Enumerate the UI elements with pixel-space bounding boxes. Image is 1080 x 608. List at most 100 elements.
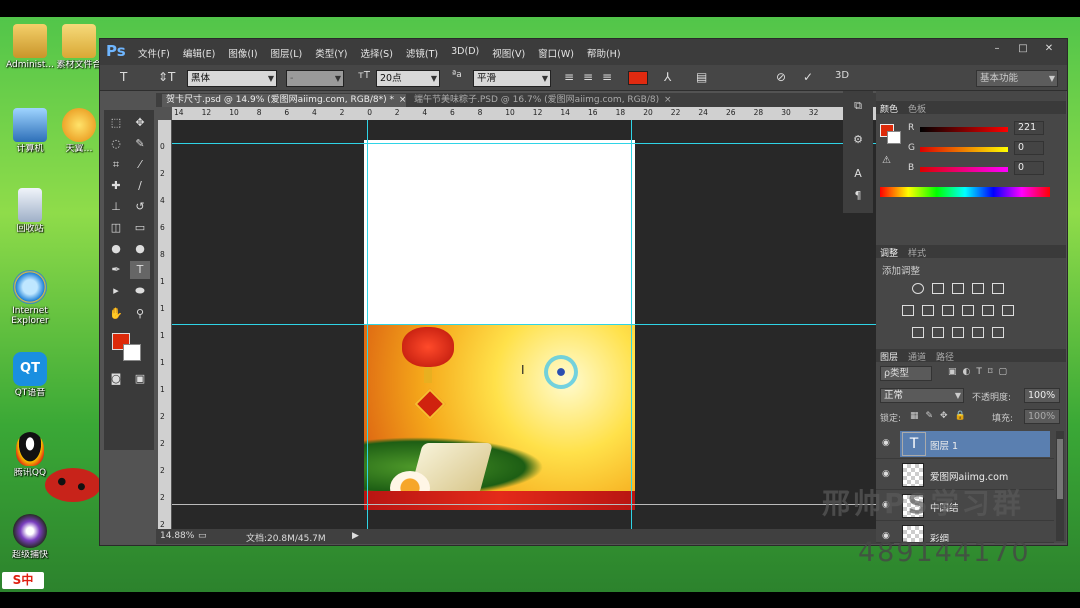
blend-mode-select[interactable]: 正常 ▼ bbox=[880, 388, 964, 403]
align-right-icon[interactable]: ≡ bbox=[602, 70, 612, 84]
close-button[interactable]: ✕ bbox=[1039, 42, 1059, 56]
menu-filter[interactable]: 滤镜(T) bbox=[406, 46, 438, 60]
zoom-readout[interactable]: 14.88% bbox=[160, 531, 194, 541]
menu-edit[interactable]: 编辑(E) bbox=[183, 46, 215, 60]
curves-icon[interactable] bbox=[952, 283, 964, 294]
eye-icon[interactable]: ◉ bbox=[882, 438, 890, 448]
exposure-icon[interactable] bbox=[972, 283, 984, 294]
zoom-tool-icon[interactable]: ⚲ bbox=[130, 305, 150, 323]
crop-tool-icon[interactable]: ⌗ bbox=[106, 156, 126, 174]
black-white-icon[interactable] bbox=[942, 305, 954, 316]
hue-saturation-icon[interactable] bbox=[902, 305, 914, 316]
type-tool-icon[interactable]: T bbox=[120, 70, 127, 84]
eyedropper-icon[interactable]: ⁄ bbox=[130, 156, 150, 174]
lasso-tool-icon[interactable]: ◌ bbox=[106, 135, 126, 153]
screen-mode-icon[interactable]: ▣ bbox=[130, 370, 150, 388]
marquee-tool-icon[interactable]: ⬚ bbox=[106, 114, 126, 132]
color-spectrum[interactable] bbox=[880, 187, 1050, 197]
desktop-icon-capture[interactable]: 超级捕快 bbox=[0, 514, 60, 560]
path-select-icon[interactable]: ▸ bbox=[106, 282, 126, 300]
dodge-tool-icon[interactable]: ● bbox=[130, 240, 150, 258]
history-panel-icon[interactable]: ⧉ bbox=[848, 97, 868, 115]
channel-r-slider[interactable] bbox=[920, 127, 1008, 132]
menu-window[interactable]: 窗口(W) bbox=[538, 46, 574, 60]
eye-icon[interactable]: ◉ bbox=[882, 469, 890, 479]
desktop-icon-admin[interactable]: Administ... bbox=[0, 24, 60, 70]
vibrance-icon[interactable] bbox=[992, 283, 1004, 294]
layers-scrollbar[interactable] bbox=[1056, 431, 1064, 541]
commit-icon[interactable]: ✓ bbox=[803, 70, 813, 84]
levels-icon[interactable] bbox=[932, 283, 944, 294]
status-menu-arrow-icon[interactable]: ▶ bbox=[352, 531, 359, 541]
brightness-icon[interactable] bbox=[912, 283, 924, 294]
quick-mask-icon[interactable]: ◙ bbox=[106, 370, 126, 388]
guide-vertical[interactable] bbox=[367, 120, 368, 533]
quick-select-icon[interactable]: ✎ bbox=[130, 135, 150, 153]
menu-file[interactable]: 文件(F) bbox=[138, 46, 170, 60]
eraser-tool-icon[interactable]: ◫ bbox=[106, 219, 126, 237]
desktop-icon-qt[interactable]: QT QT语音 bbox=[0, 352, 60, 398]
ruler-vertical[interactable]: 0 2 4 6 8 1 1 1 1 1 2 2 2 2 2 bbox=[158, 120, 171, 533]
workspace-select[interactable]: 基本功能 ▼ bbox=[976, 70, 1058, 87]
guide-horizontal[interactable] bbox=[172, 504, 894, 505]
gradient-tool-icon[interactable]: ▭ bbox=[130, 219, 150, 237]
channel-g-input[interactable]: 0 bbox=[1014, 141, 1044, 155]
channel-g-slider[interactable] bbox=[920, 147, 1008, 152]
paragraph-panel-icon[interactable]: ¶ bbox=[848, 187, 868, 205]
cancel-icon[interactable]: ⊘ bbox=[776, 70, 786, 84]
gradient-map-icon[interactable] bbox=[992, 327, 1004, 338]
scrollbar-thumb[interactable] bbox=[1057, 439, 1063, 499]
menu-view[interactable]: 视图(V) bbox=[492, 46, 525, 60]
invert-icon[interactable] bbox=[912, 327, 924, 338]
type-tool-icon[interactable]: T bbox=[130, 261, 150, 279]
tab-paths[interactable]: 路径 bbox=[936, 350, 954, 363]
tab-channels[interactable]: 通道 bbox=[908, 350, 926, 363]
layer-filter-select[interactable]: ρ类型 bbox=[880, 366, 932, 381]
channel-b-input[interactable]: 0 bbox=[1014, 161, 1044, 175]
blur-tool-icon[interactable]: ● bbox=[106, 240, 126, 258]
align-center-icon[interactable]: ≡ bbox=[583, 70, 593, 84]
character-panel-icon[interactable]: A bbox=[848, 165, 868, 183]
guide-horizontal[interactable] bbox=[172, 324, 894, 325]
properties-panel-icon[interactable]: ⚙ bbox=[848, 131, 868, 149]
desktop-icon-tianyi[interactable]: 天翼… bbox=[56, 108, 102, 154]
desktop-icon-qq[interactable]: 腾讯QQ bbox=[0, 432, 60, 478]
menu-select[interactable]: 选择(S) bbox=[360, 46, 392, 60]
char-panel-icon[interactable]: ▤ bbox=[696, 70, 707, 84]
document-canvas-image[interactable]: I bbox=[364, 325, 635, 510]
healing-brush-icon[interactable]: ✚ bbox=[106, 177, 126, 195]
history-brush-icon[interactable]: ↺ bbox=[130, 198, 150, 216]
layer-row-text[interactable]: ◉ T 图层 1 bbox=[876, 429, 1054, 459]
posterize-icon[interactable] bbox=[932, 327, 944, 338]
desktop-icon-computer[interactable]: 计算机 bbox=[0, 108, 60, 154]
font-style-select[interactable]: - ▼ bbox=[286, 70, 344, 87]
maximize-button[interactable]: □ bbox=[1013, 42, 1033, 56]
menu-3d[interactable]: 3D(D) bbox=[451, 46, 479, 60]
ruler-horizontal[interactable]: 14 12 10 8 6 4 2 0 2 4 6 8 10 12 14 16 18 20 22 24 26 28 30 32 bbox=[172, 107, 894, 120]
background-color-swatch[interactable] bbox=[123, 344, 141, 361]
font-size-select[interactable]: 20点 ▼ bbox=[376, 70, 440, 87]
brush-tool-icon[interactable]: ∕ bbox=[130, 177, 150, 195]
tab-greeting-card[interactable]: 贺卡尺寸.psd @ 14.9% (爱图网aiimg.com, RGB/8*) … bbox=[162, 94, 406, 107]
opacity-input[interactable]: 100% bbox=[1024, 388, 1060, 403]
tab-styles[interactable]: 样式 bbox=[908, 246, 926, 259]
3d-button[interactable]: 3D bbox=[835, 70, 849, 81]
text-color-swatch[interactable] bbox=[628, 71, 648, 85]
menu-help[interactable]: 帮助(H) bbox=[587, 46, 621, 60]
shape-tool-icon[interactable]: ⬬ bbox=[130, 282, 150, 300]
channel-mixer-icon[interactable] bbox=[982, 305, 994, 316]
tab-dragon-boat[interactable]: 端午节美味粽子.PSD @ 16.7% (爱图网aiimg.com, RGB/8… bbox=[410, 94, 672, 107]
threshold-icon[interactable] bbox=[952, 327, 964, 338]
canvas-area[interactable]: I bbox=[172, 120, 894, 533]
channel-r-input[interactable]: 221 bbox=[1014, 121, 1044, 135]
color-lookup-icon[interactable] bbox=[1002, 305, 1014, 316]
desktop-icon-recycle[interactable]: 回收站 bbox=[0, 188, 60, 234]
input-method-badge[interactable]: S中 bbox=[2, 572, 44, 589]
desktop-icon-materials[interactable]: 素材文件合 bbox=[56, 24, 102, 70]
desktop-icon-ie[interactable]: Internet Explorer bbox=[0, 270, 60, 326]
tab-layers[interactable]: 图层 bbox=[880, 350, 898, 363]
menu-image[interactable]: 图像(I) bbox=[228, 46, 257, 60]
tab-color[interactable]: 颜色 bbox=[880, 102, 898, 115]
color-balance-icon[interactable] bbox=[922, 305, 934, 316]
warp-text-icon[interactable]: ⅄ bbox=[664, 70, 671, 84]
